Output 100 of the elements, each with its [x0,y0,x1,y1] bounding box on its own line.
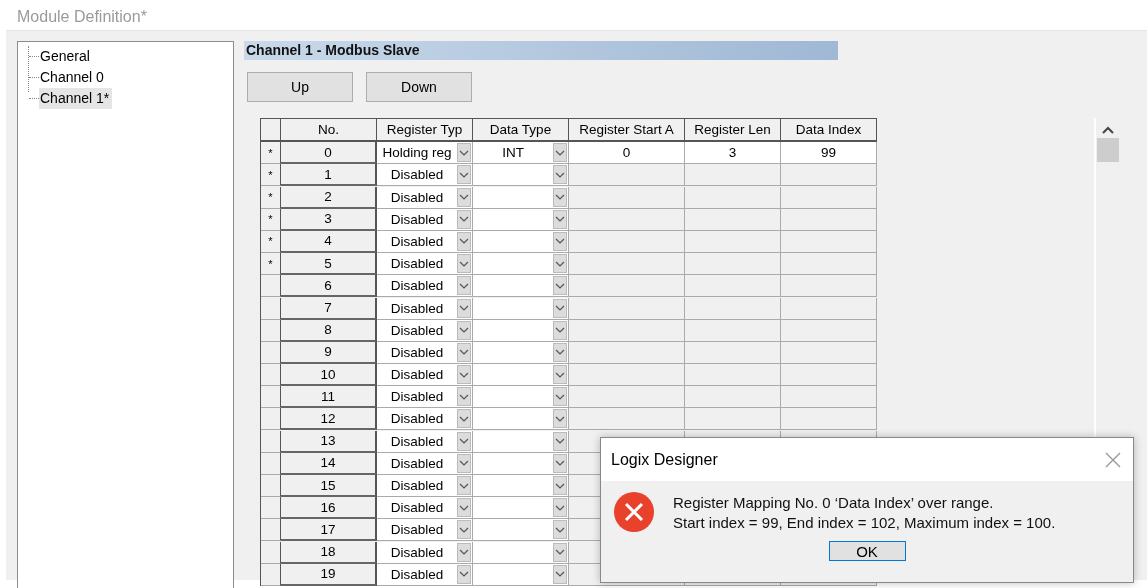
table-cell[interactable]: 99 [781,142,877,165]
table-cell[interactable] [685,364,781,387]
register-type-dropdown[interactable]: Disabled [377,497,473,520]
register-type-dropdown[interactable]: Disabled [377,408,473,431]
data-type-dropdown[interactable] [473,297,569,320]
table-cell[interactable] [569,319,685,342]
table-cell[interactable] [569,253,685,276]
data-type-dropdown[interactable]: INT [473,142,569,165]
tree-item[interactable]: General [39,46,93,67]
data-type-dropdown[interactable] [473,319,569,342]
chevron-down-icon [459,571,469,578]
chevron-down-icon [555,571,565,578]
table-cell[interactable] [685,186,781,209]
table-cell[interactable] [781,297,877,320]
table-cell[interactable] [569,230,685,253]
register-type-dropdown[interactable]: Disabled [377,164,473,187]
error-message: Start index = 99, End index = 102, Maximum index = 100. [673,513,1056,531]
table-cell[interactable] [781,364,877,387]
table-cell[interactable] [781,164,877,187]
register-type-dropdown[interactable]: Disabled [377,430,473,453]
register-type-dropdown[interactable]: Disabled [377,186,473,209]
column-header[interactable]: Data Index [781,119,877,142]
column-header[interactable]: Register Start A [569,119,685,142]
register-type-dropdown[interactable]: Disabled [377,341,473,364]
row-number-cell: 1 [281,164,377,187]
table-cell[interactable] [685,319,781,342]
table-cell[interactable] [781,230,877,253]
data-type-dropdown[interactable] [473,208,569,231]
register-type-dropdown[interactable]: Disabled [377,297,473,320]
column-header[interactable]: Data Type [473,119,569,142]
table-cell[interactable] [781,275,877,298]
register-type-dropdown[interactable]: Disabled [377,319,473,342]
data-type-dropdown[interactable] [473,253,569,276]
data-type-dropdown[interactable] [473,475,569,497]
down-button[interactable]: Down [366,72,472,102]
tree-item[interactable]: Channel 1* [39,88,113,109]
table-cell[interactable] [569,386,685,409]
table-cell[interactable] [781,408,877,431]
data-type-dropdown[interactable] [473,519,569,542]
data-type-dropdown[interactable] [473,186,569,209]
data-type-dropdown[interactable] [473,386,569,409]
table-cell[interactable] [781,253,877,276]
table-cell[interactable] [685,230,781,253]
table-cell[interactable] [569,408,685,431]
data-type-dropdown[interactable] [473,230,569,253]
table-cell[interactable] [569,164,685,187]
chevron-down-icon [459,504,469,511]
table-cell[interactable] [781,319,877,342]
data-type-dropdown[interactable] [473,563,569,586]
table-cell[interactable] [781,386,877,409]
table-cell[interactable] [685,164,781,187]
register-type-dropdown[interactable]: Disabled [377,519,473,542]
chevron-down-icon [459,526,469,533]
table-cell[interactable] [685,297,781,320]
ok-button[interactable]: OK [828,541,906,561]
table-cell[interactable] [685,253,781,276]
data-type-dropdown[interactable] [473,341,569,364]
up-button[interactable]: Up [247,72,353,102]
table-cell[interactable] [569,364,685,387]
column-header[interactable]: No. [281,119,377,142]
data-type-dropdown[interactable] [473,452,569,475]
tree-item[interactable]: Channel 0 [39,67,107,88]
data-type-dropdown[interactable] [473,364,569,387]
table-cell[interactable] [685,341,781,364]
register-type-dropdown[interactable]: Disabled [377,563,473,586]
table-cell[interactable] [569,208,685,231]
table-cell[interactable] [781,208,877,231]
data-type-dropdown[interactable] [473,541,569,564]
table-cell[interactable] [685,275,781,298]
register-type-dropdown[interactable]: Disabled [377,452,473,475]
register-type-dropdown[interactable]: Disabled [377,475,473,497]
data-type-dropdown[interactable] [473,430,569,453]
register-type-dropdown[interactable]: Disabled [377,230,473,253]
table-cell[interactable] [781,341,877,364]
register-type-dropdown[interactable]: Disabled [377,253,473,276]
register-type-dropdown[interactable]: Disabled [377,386,473,409]
table-cell[interactable] [685,386,781,409]
table-cell[interactable] [569,275,685,298]
data-type-dropdown[interactable] [473,408,569,431]
table-cell[interactable] [569,297,685,320]
table-cell[interactable] [569,341,685,364]
table-cell[interactable] [781,186,877,209]
table-cell[interactable] [685,208,781,231]
data-type-dropdown[interactable] [473,164,569,187]
table-cell[interactable]: 0 [569,142,685,165]
column-header[interactable]: Register Len [685,119,781,142]
table-cell[interactable] [569,186,685,209]
data-type-dropdown[interactable] [473,497,569,520]
data-type-dropdown[interactable] [473,275,569,298]
table-cell[interactable] [685,408,781,431]
register-type-dropdown[interactable]: Disabled [377,541,473,564]
register-type-dropdown[interactable]: Disabled [377,275,473,298]
scroll-up-icon[interactable] [1102,126,1114,134]
register-type-dropdown[interactable]: Disabled [377,364,473,387]
register-type-dropdown[interactable]: Holding reg [377,142,473,165]
close-icon[interactable] [1105,451,1121,468]
register-type-dropdown[interactable]: Disabled [377,208,473,231]
column-header[interactable]: Register Typ [377,119,473,142]
scrollbar-thumb[interactable] [1097,138,1119,162]
table-cell[interactable]: 3 [685,142,781,165]
